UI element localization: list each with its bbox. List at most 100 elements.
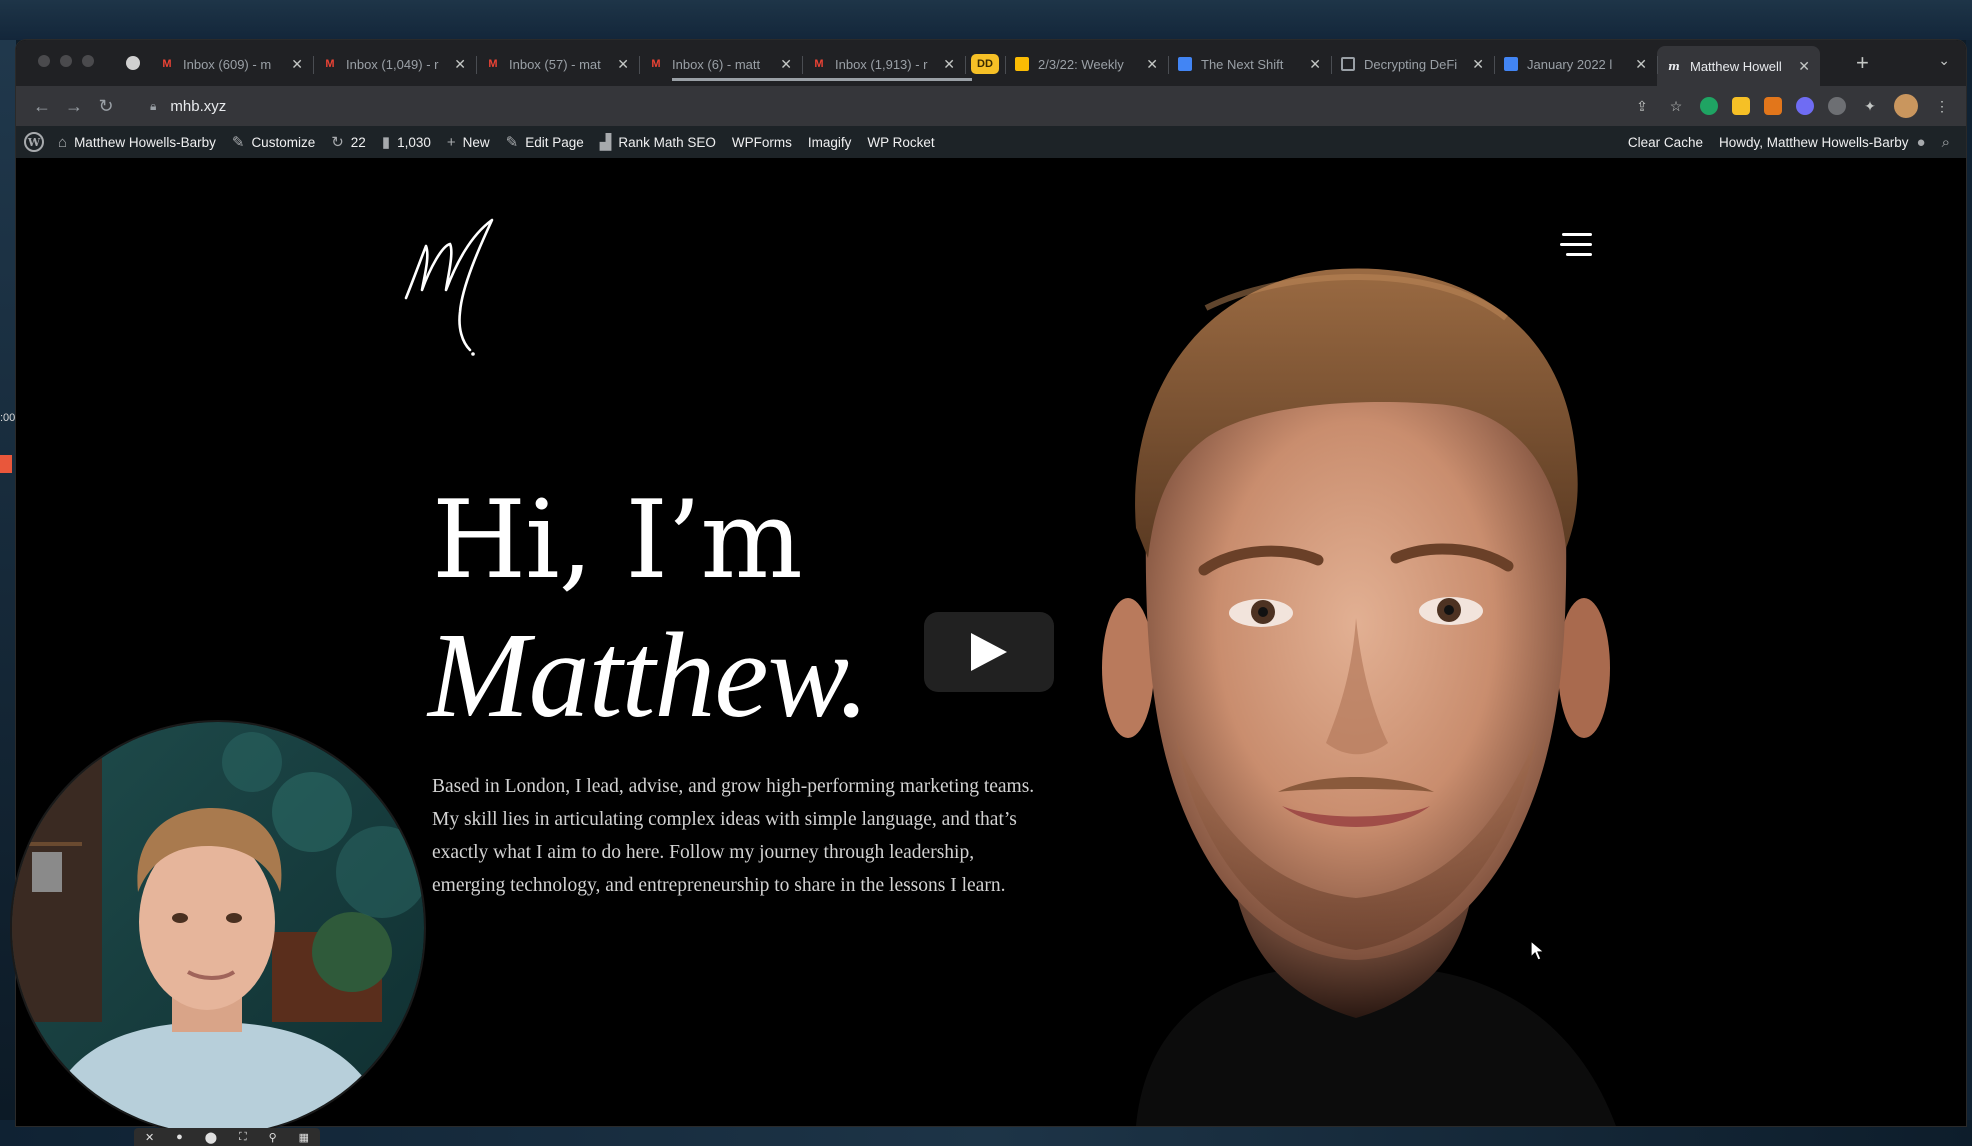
desktop-background-right — [1966, 40, 1972, 1120]
close-tab-icon[interactable]: ✕ — [617, 56, 629, 73]
wordpress-logo-icon[interactable]: W — [24, 132, 44, 152]
zoom-window-button[interactable] — [82, 55, 94, 67]
wp-clear-cache[interactable]: Clear Cache — [1620, 135, 1711, 150]
address-bar[interactable]: 🔒︎ mhb.xyz — [134, 91, 1394, 121]
recording-timer: :00 — [0, 412, 16, 424]
purple-extension-icon[interactable] — [1796, 97, 1814, 115]
gmail-icon: M — [325, 58, 335, 70]
tab-dd[interactable]: DD — [965, 46, 1005, 82]
close-tab-icon[interactable]: ✕ — [943, 56, 955, 73]
close-tab-icon[interactable]: ✕ — [1309, 56, 1321, 73]
wp-new[interactable]: + New — [439, 134, 498, 151]
tab-gmail-4[interactable]: M Inbox (6) - matt ✕ — [639, 46, 802, 82]
mhb-favicon-icon: m — [1668, 59, 1680, 73]
docs-icon — [1504, 57, 1518, 71]
wp-admin-bar: W ⌂ Matthew Howells-Barby ✎ Customize ↻ 22 … — [16, 126, 1966, 158]
small-circle-icon[interactable]: ● — [176, 1131, 183, 1143]
webcam-overlay — [10, 720, 426, 1136]
tab-search-icon[interactable]: ⌄ — [1938, 52, 1950, 69]
person-icon[interactable]: ⚲ — [269, 1131, 277, 1144]
grey-extension-icon[interactable] — [1828, 97, 1846, 115]
brush-icon: ✎ — [231, 134, 245, 151]
tab-gmail-1[interactable]: M Inbox (609) - m ✕ — [150, 46, 313, 82]
tab-gmail-3[interactable]: M Inbox (57) - mat ✕ — [476, 46, 639, 82]
tab-gmail-2[interactable]: M Inbox (1,049) - r ✕ — [313, 46, 476, 82]
wp-updates[interactable]: ↻ 22 — [323, 133, 374, 151]
new-tab-button[interactable]: + — [1856, 50, 1869, 76]
updates-icon: ↻ — [331, 134, 344, 151]
tab-next-shift[interactable]: The Next Shift ✕ — [1168, 46, 1331, 82]
tab-matthew-howells[interactable]: m Matthew Howell ✕ — [1657, 46, 1820, 86]
signature-logo[interactable] — [400, 216, 510, 356]
tab-decrypting-defi[interactable]: Decrypting DeFi ✕ — [1331, 46, 1494, 82]
forward-arrow-icon[interactable]: → — [58, 96, 90, 117]
close-icon[interactable]: ✕ — [145, 1131, 154, 1144]
rank-math-icon: ▟ — [599, 134, 612, 151]
wp-howdy[interactable]: Howdy, Matthew Howells-Barby ● — [1711, 134, 1934, 151]
tab-loading-bar — [672, 78, 972, 81]
mouse-cursor-icon — [1530, 940, 1546, 961]
browser-toolbar: ← → ↻ 🔒︎ mhb.xyz ⇪ ☆ ✦ ⋮ — [16, 86, 1966, 126]
minimize-window-button[interactable] — [60, 55, 72, 67]
wp-site-name[interactable]: ⌂ Matthew Howells-Barby — [50, 134, 224, 151]
gmail-icon: M — [814, 58, 824, 70]
close-tab-icon[interactable]: ✕ — [1798, 58, 1810, 75]
wp-customize[interactable]: ✎ Customize — [224, 133, 323, 151]
plus-icon: + — [446, 133, 456, 151]
reload-icon[interactable]: ↻ — [90, 96, 122, 117]
close-tab-icon[interactable]: ✕ — [780, 56, 792, 73]
wp-imagify[interactable]: Imagify — [800, 135, 860, 150]
grammarly-extension-icon[interactable] — [1700, 97, 1718, 115]
back-arrow-icon[interactable]: ← — [26, 96, 58, 117]
profile-dot-icon — [126, 56, 140, 70]
wp-comments[interactable]: ▮ 1,030 — [374, 133, 439, 151]
metamask-extension-icon[interactable] — [1764, 97, 1782, 115]
comment-icon: ▮ — [381, 134, 391, 151]
video-play-button[interactable] — [924, 612, 1054, 692]
close-tab-icon[interactable]: ✕ — [291, 56, 303, 73]
notes-extension-icon[interactable] — [1732, 97, 1750, 115]
hero-name: Matthew. — [428, 608, 869, 743]
url-text: mhb.xyz — [170, 97, 227, 115]
hero-bio: Based in London, I lead, advise, and gro… — [432, 776, 1035, 896]
play-icon — [971, 633, 1007, 671]
share-icon[interactable]: ⇪ — [1632, 96, 1652, 116]
close-tab-icon[interactable]: ✕ — [1146, 56, 1158, 73]
bookmark-star-icon[interactable]: ☆ — [1666, 96, 1686, 116]
wp-edit-page[interactable]: ✎ Edit Page — [498, 133, 592, 151]
webcam-video — [12, 722, 424, 1134]
webcam-controls: ✕ ● ⬤ ⛶ ⚲ ▦ — [134, 1128, 320, 1146]
close-tab-icon[interactable]: ✕ — [1635, 56, 1647, 73]
window-controls — [38, 55, 94, 67]
wp-rocket[interactable]: WP Rocket — [859, 135, 942, 150]
gmail-icon: M — [651, 58, 661, 70]
close-tab-icon[interactable]: ✕ — [1472, 56, 1484, 73]
wp-wpforms[interactable]: WPForms — [724, 135, 800, 150]
tab-weekly[interactable]: 2/3/22: Weekly ✕ — [1005, 46, 1168, 82]
calendar-icon[interactable]: ▦ — [299, 1131, 309, 1144]
dashboard-icon: ⌂ — [58, 133, 68, 151]
hero-greeting: Hi, I’m — [432, 478, 803, 603]
dd-badge: DD — [971, 54, 999, 74]
tab-january-2022[interactable]: January 2022 l ✕ — [1494, 46, 1657, 82]
extensions-puzzle-icon[interactable]: ✦ — [1860, 96, 1880, 116]
desktop-menubar — [0, 0, 1972, 40]
fullscreen-icon[interactable]: ⛶ — [239, 1131, 247, 1144]
lock-icon[interactable]: 🔒︎ — [150, 99, 156, 114]
close-tab-icon[interactable]: ✕ — [454, 56, 466, 73]
gmail-icon: M — [488, 58, 498, 70]
kebab-menu-icon[interactable]: ⋮ — [1932, 96, 1952, 116]
large-circle-icon[interactable]: ⬤ — [205, 1131, 217, 1144]
profile-avatar[interactable] — [1894, 94, 1918, 118]
wp-rank-math[interactable]: ▟ Rank Math SEO — [592, 133, 724, 151]
record-indicator — [0, 455, 12, 473]
gmail-icon: M — [162, 58, 172, 70]
user-icon: ● — [1916, 133, 1926, 151]
slides-icon — [1015, 57, 1029, 71]
close-window-button[interactable] — [38, 55, 50, 67]
hero-portrait-photo — [1102, 268, 1616, 1126]
wp-search-icon[interactable]: ⌕ — [1934, 134, 1958, 151]
docs-icon — [1178, 57, 1192, 71]
tab-gmail-5[interactable]: M Inbox (1,913) - r ✕ — [802, 46, 965, 82]
calendar-icon — [1341, 57, 1355, 71]
